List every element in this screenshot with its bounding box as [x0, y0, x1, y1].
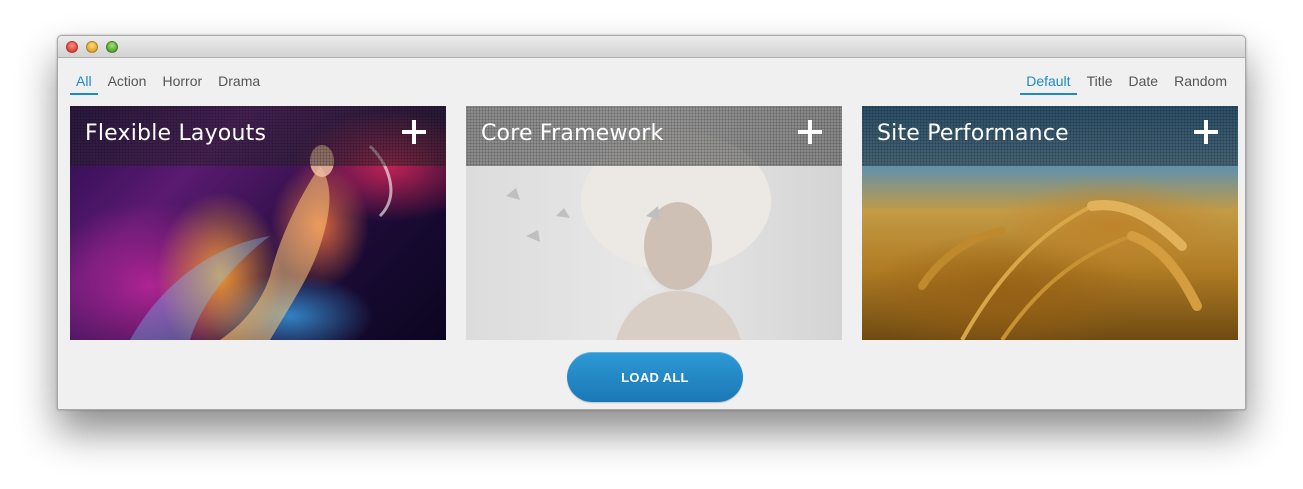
- sort-title[interactable]: Title: [1081, 73, 1119, 95]
- plus-icon[interactable]: [798, 120, 822, 144]
- close-window-button[interactable]: [66, 41, 78, 53]
- plus-icon[interactable]: [402, 120, 426, 144]
- card-header: Core Framework: [466, 106, 842, 166]
- filter-all[interactable]: All: [70, 73, 98, 95]
- portfolio-card-flexible-layouts[interactable]: Flexible Layouts: [70, 106, 446, 340]
- card-title: Flexible Layouts: [85, 121, 267, 146]
- card-header: Site Performance: [862, 106, 1238, 166]
- category-filter-bar: All Action Horror Drama: [70, 73, 270, 95]
- minimize-window-button[interactable]: [86, 41, 98, 53]
- sort-default[interactable]: Default: [1020, 73, 1077, 95]
- card-title: Core Framework: [481, 121, 664, 146]
- load-all-button[interactable]: LOAD ALL: [567, 352, 743, 402]
- portfolio-card-site-performance[interactable]: Site Performance: [862, 106, 1238, 340]
- sort-bar: Default Title Date Random: [1016, 73, 1233, 95]
- filter-horror[interactable]: Horror: [156, 73, 208, 95]
- app-window: All Action Horror Drama Default Title Da…: [57, 35, 1246, 410]
- card-header: Flexible Layouts: [70, 106, 446, 166]
- filter-drama[interactable]: Drama: [212, 73, 266, 95]
- sort-date[interactable]: Date: [1123, 73, 1165, 95]
- plus-icon[interactable]: [1194, 120, 1218, 144]
- sort-random[interactable]: Random: [1168, 73, 1233, 95]
- portfolio-card-core-framework[interactable]: Core Framework: [466, 106, 842, 340]
- zoom-window-button[interactable]: [106, 41, 118, 53]
- card-title: Site Performance: [877, 121, 1069, 146]
- title-bar: [58, 36, 1245, 58]
- filter-action[interactable]: Action: [102, 73, 153, 95]
